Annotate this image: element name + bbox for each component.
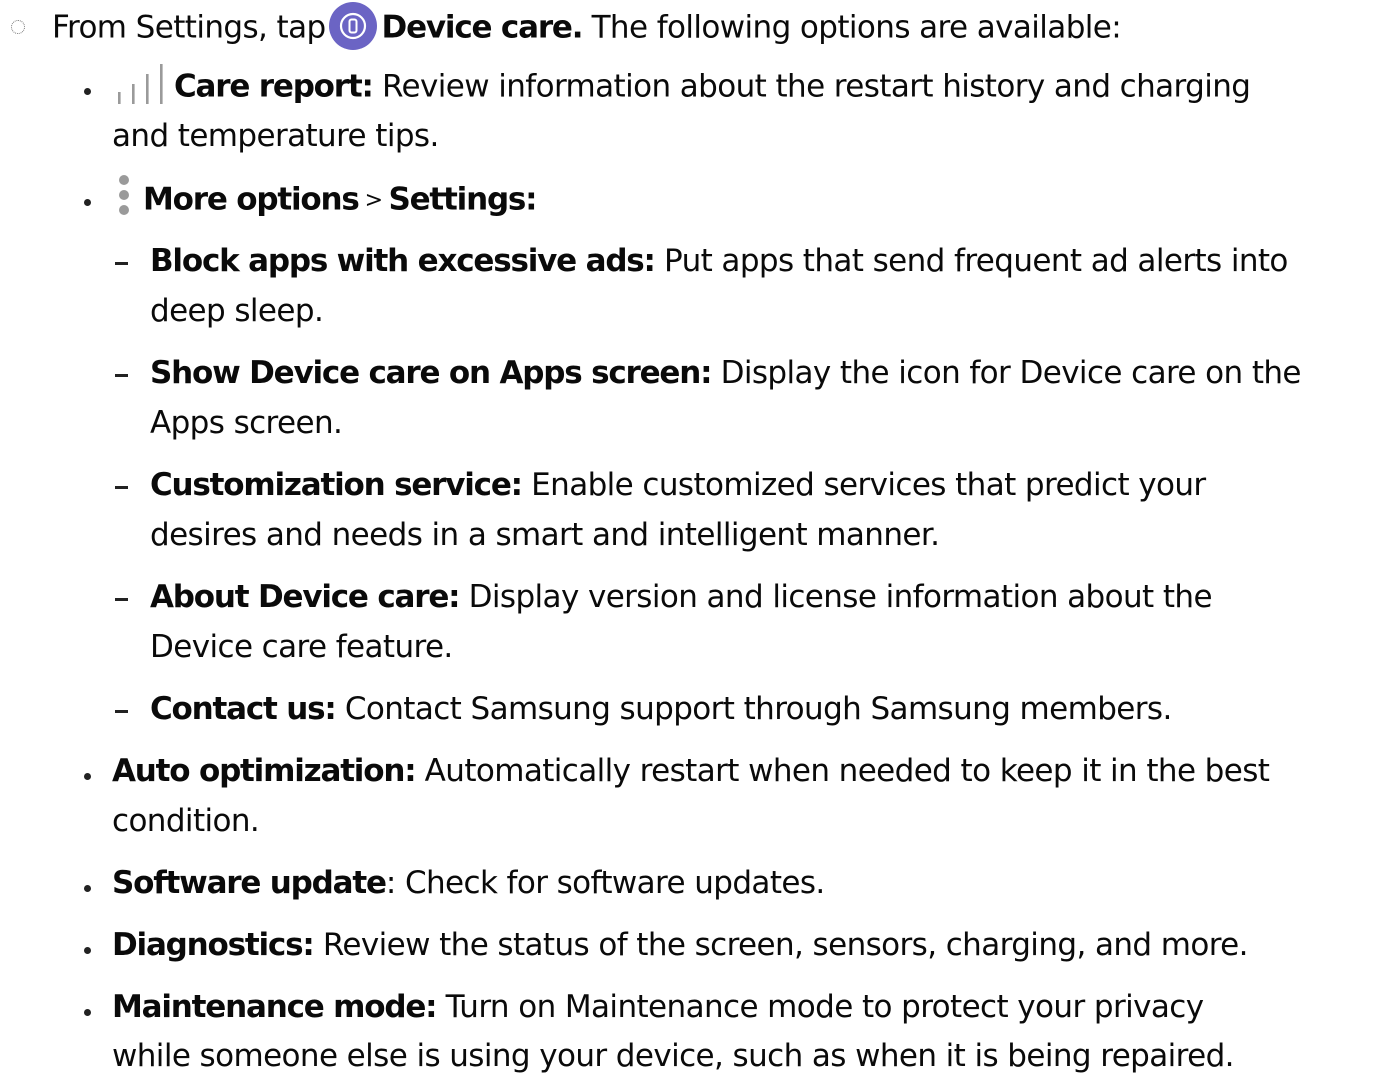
more-options-settings: Settings: <box>388 181 537 218</box>
sub-item-title: Show Device care on Apps screen: <box>150 355 713 391</box>
more-options-icon <box>119 175 129 215</box>
item-3-line2: while someone else is using your device,… <box>112 1038 1235 1074</box>
dash-sub-1 <box>115 374 128 377</box>
bullet-item-2 <box>84 947 91 954</box>
sub-item-1-line1: Show Device care on Apps screen: Display… <box>150 355 1302 391</box>
sub-item-desc: Display the icon for Device care on the <box>720 355 1302 391</box>
item-desc: Automatically restart when needed to kee… <box>424 753 1270 789</box>
bullet-care-report <box>84 88 91 95</box>
sub-item-0-line1: Block apps with excessive ads: Put apps … <box>150 243 1288 279</box>
bullet-item-0 <box>84 773 91 780</box>
sub-item-1-line2: Apps screen. <box>150 405 343 441</box>
intro-prefix: From Settings, tap <box>52 9 326 46</box>
item-title: Auto optimization: <box>112 753 417 789</box>
care-report-title: Care report: <box>174 68 374 105</box>
item-2-line1: Diagnostics: Review the status of the sc… <box>112 927 1248 963</box>
item-desc: Check for software updates. <box>404 865 825 901</box>
sub-item-title: Block apps with excessive ads: <box>150 243 656 279</box>
care-report-desc: Review information about the restart his… <box>381 68 1251 105</box>
item-3-line1: Maintenance mode: Turn on Maintenance mo… <box>112 989 1204 1025</box>
more-options-title: More options <box>143 181 360 218</box>
sub-item-title: Customization service: <box>150 467 523 503</box>
dash-sub-2 <box>115 486 128 489</box>
sub-item-title: Contact us: <box>150 691 337 727</box>
sub-item-desc: Put apps that send frequent ad alerts in… <box>664 243 1288 279</box>
care-report-line2: and temperature tips. <box>112 118 439 154</box>
sub-item-2-line2: desires and needs in a smart and intelli… <box>150 517 940 553</box>
item-desc: Review the status of the screen, sensors… <box>322 927 1249 963</box>
item-0-line1: Auto optimization: Automatically restart… <box>112 753 1270 789</box>
breadcrumb-separator: > <box>364 187 383 213</box>
dash-sub-0 <box>115 262 128 265</box>
intro-suffix: The following options are available: <box>591 9 1122 46</box>
item-title: Maintenance mode: <box>112 989 438 1025</box>
sub-item-title: About Device care: <box>150 579 461 615</box>
sub-item-0-line2: deep sleep. <box>150 293 324 329</box>
care-report-line1: Care report: Review information about th… <box>112 64 1251 110</box>
bullet-item-1 <box>84 885 91 892</box>
item-0-line2: condition. <box>112 803 260 839</box>
sub-item-desc: Display version and license information … <box>468 579 1213 615</box>
more-options-line: More options > Settings: <box>115 175 538 224</box>
intro-line: From Settings, tap Device care. The foll… <box>52 2 1122 54</box>
device-care-icon <box>328 2 377 50</box>
item-desc: Turn on Maintenance mode to protect your… <box>445 989 1204 1025</box>
item-1-line1: Software update: Check for software upda… <box>112 865 825 901</box>
sub-item-2-line1: Customization service: Enable customized… <box>150 467 1206 503</box>
bar-chart-icon <box>118 64 163 104</box>
intro-app-name: Device care. <box>381 9 584 46</box>
step-marker-icon <box>11 20 25 34</box>
bullet-more-options <box>84 199 91 206</box>
sub-item-3-line1: About Device care: Display version and l… <box>150 579 1213 615</box>
sub-item-3-line2: Device care feature. <box>150 629 453 665</box>
sub-item-4-line1: Contact us: Contact Samsung support thro… <box>150 691 1172 727</box>
sub-item-desc: Contact Samsung support through Samsung … <box>344 691 1172 727</box>
item-title: Software update <box>112 865 387 901</box>
bullet-item-3 <box>84 1009 91 1016</box>
dash-sub-3 <box>115 598 128 601</box>
item-title: Diagnostics: <box>112 927 315 963</box>
item-colon: : <box>385 865 396 901</box>
dash-sub-4 <box>115 710 128 713</box>
sub-item-desc: Enable customized services that predict … <box>531 467 1206 503</box>
